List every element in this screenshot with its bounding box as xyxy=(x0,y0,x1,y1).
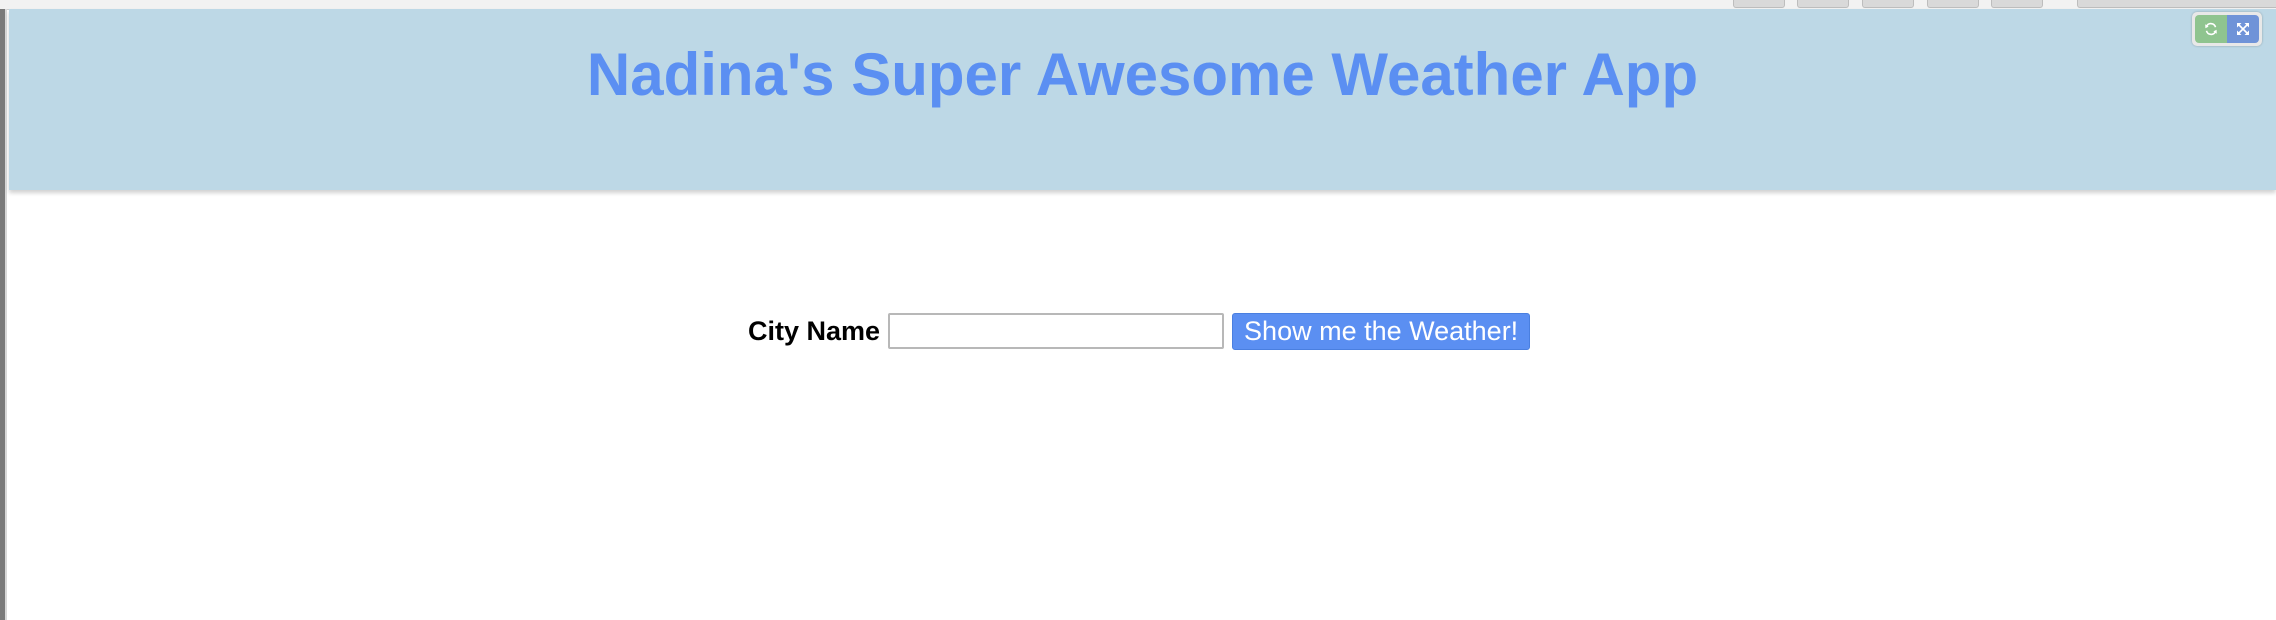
refresh-button[interactable] xyxy=(2195,15,2227,43)
toolbar-tab[interactable] xyxy=(2077,0,2276,8)
weather-search-form: City Name Show me the Weather! xyxy=(748,309,1531,353)
header-banner: Nadina's Super Awesome Weather App xyxy=(9,9,2276,190)
toolbar-tab[interactable] xyxy=(1797,0,1849,8)
expand-button[interactable] xyxy=(2227,15,2259,43)
page-title: Nadina's Super Awesome Weather App xyxy=(586,41,1699,108)
toolbar-tab[interactable] xyxy=(1991,0,2043,8)
preview-controls xyxy=(2192,12,2262,46)
toolbar-tab[interactable] xyxy=(1733,0,1785,8)
toolbar-tab[interactable] xyxy=(1927,0,1979,8)
show-weather-button[interactable]: Show me the Weather! xyxy=(1232,312,1531,350)
expand-icon xyxy=(2237,23,2249,35)
refresh-icon xyxy=(2205,22,2217,36)
city-name-label: City Name xyxy=(748,315,881,346)
toolbar-tab[interactable] xyxy=(1862,0,1914,8)
left-frame-border xyxy=(0,9,7,620)
city-name-input[interactable] xyxy=(888,313,1225,349)
